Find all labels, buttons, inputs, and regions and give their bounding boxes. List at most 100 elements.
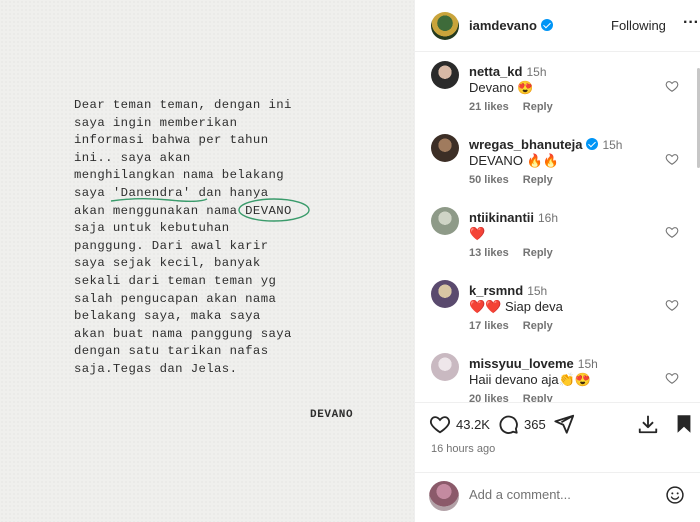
commenter-avatar[interactable] [431, 61, 459, 89]
comment-item: ntiikinantii 16h ❤️ 13 likes Reply [415, 199, 700, 272]
danendra-underline: 'Danendra' [110, 185, 208, 203]
author-username[interactable]: iamdevano [469, 18, 553, 33]
commenter-username[interactable]: k_rsmnd [469, 283, 523, 298]
heart-icon[interactable] [665, 152, 679, 166]
letter-line: belakang saya, maka saya [74, 309, 261, 324]
download-action[interactable] [637, 413, 664, 435]
letter-line: ini.. saya akan [74, 150, 191, 165]
comment-likes[interactable]: 20 likes [469, 393, 509, 402]
letter-signature: DEVANO [310, 409, 354, 421]
post-actions: 43.2K 365 16 hours ago [415, 402, 700, 472]
more-options-icon[interactable]: ··· [683, 14, 699, 32]
comment-header: missyuu_loveme 15h [469, 356, 598, 371]
comment-text: DEVANO 🔥🔥 [469, 153, 559, 168]
comments-list[interactable]: netta_kd 15h Devano 😍 21 likes Reply wrega… [415, 53, 700, 402]
comments-count[interactable]: 365 [524, 417, 546, 432]
post-timestamp[interactable]: 16 hours ago [431, 443, 495, 455]
current-user-avatar [429, 481, 459, 511]
comment-item: k_rsmnd 15h ❤️❤️ Siap deva 17 likes Reply [415, 272, 700, 345]
commenter-username[interactable]: ntiikinantii [469, 210, 534, 225]
commenter-avatar[interactable] [431, 134, 459, 162]
comment-likes[interactable]: 17 likes [469, 320, 509, 332]
reply-button[interactable]: Reply [523, 101, 553, 113]
letter-line: saya ingin memberikan [74, 115, 238, 130]
commenter-username[interactable]: netta_kd [469, 64, 522, 79]
comment-header: ntiikinantii 16h [469, 210, 558, 225]
post-sidebar: iamdevano Following ··· netta_kd 15h Deva… [414, 0, 700, 522]
comment-time: 16h [538, 211, 559, 225]
heart-icon[interactable] [665, 298, 679, 312]
bookmark-icon[interactable] [673, 413, 695, 435]
letter-text: Dear teman teman, dengan ini saya ingin … [74, 97, 374, 379]
comment-likes[interactable]: 21 likes [469, 101, 509, 113]
reply-button[interactable]: Reply [523, 320, 553, 332]
comment-text: ❤️ [469, 226, 486, 241]
comment-item: missyuu_loveme 15h Haii devano aja👏😍 20 l… [415, 345, 700, 402]
comment-time: 15h [577, 357, 598, 371]
comment-time: 15h [526, 65, 547, 79]
letter-line: saja untuk kebutuhan [74, 221, 230, 236]
letter-line: informasi bahwa per tahun [74, 133, 269, 148]
heart-icon[interactable] [665, 79, 679, 93]
devano-circle: DEVANO [238, 197, 310, 222]
commenter-avatar[interactable] [431, 280, 459, 308]
letter-line: saja.Tegas dan Jelas. [74, 361, 238, 376]
like-action[interactable]: 43.2K [429, 413, 490, 435]
save-action[interactable] [673, 413, 700, 435]
share-icon[interactable] [553, 413, 575, 435]
underline-stroke [110, 198, 208, 202]
comment-time: 15h [602, 138, 623, 152]
letter-line: akan buat nama panggung saya [74, 326, 292, 341]
author-username-text[interactable]: iamdevano [469, 18, 537, 33]
comment-text: ❤️❤️ Siap deva [469, 299, 563, 314]
post-image[interactable]: Dear teman teman, dengan ini saya ingin … [0, 0, 414, 522]
comment-meta: 20 likes Reply [469, 393, 567, 402]
reply-button[interactable]: Reply [523, 393, 553, 402]
comment-meta: 17 likes Reply [469, 320, 567, 332]
comment-meta: 21 likes Reply [469, 101, 567, 113]
reply-button[interactable]: Reply [523, 247, 553, 259]
letter-fragment: saya [74, 185, 113, 200]
comment-time: 15h [527, 284, 548, 298]
letter-line-marked: saya 'Danendra' dan hanya [74, 185, 374, 203]
comment-likes[interactable]: 13 likes [469, 247, 509, 259]
verified-badge-icon [540, 19, 553, 31]
circle-stroke [238, 197, 310, 222]
comment-input[interactable] [469, 487, 649, 502]
letter-line: sekali dari teman teman yg [74, 273, 277, 288]
letter-line: dengan satu tarikan nafas [74, 344, 269, 359]
comment-action[interactable]: 365 [497, 413, 546, 435]
heart-icon[interactable] [665, 371, 679, 385]
post-header: iamdevano Following ··· [415, 0, 700, 52]
comment-meta: 13 likes Reply [469, 247, 567, 259]
comment-header: wregas_bhanuteja 15h [469, 137, 622, 152]
share-action[interactable] [553, 413, 580, 435]
verified-badge-icon [586, 138, 599, 150]
author-avatar[interactable] [431, 12, 459, 40]
emoji-icon[interactable] [665, 485, 685, 505]
letter-line: salah pengucapan akan nama [74, 291, 277, 306]
commenter-username[interactable]: missyuu_loveme [469, 356, 574, 371]
download-icon[interactable] [637, 413, 659, 435]
heart-icon[interactable] [665, 225, 679, 239]
comment-header: k_rsmnd 15h [469, 283, 547, 298]
commenter-avatar[interactable] [431, 353, 459, 381]
comment-meta: 50 likes Reply [469, 174, 567, 186]
heart-icon[interactable] [429, 413, 451, 435]
comment-likes[interactable]: 50 likes [469, 174, 509, 186]
comment-text: Devano 😍 [469, 80, 534, 95]
comment-text: Haii devano aja👏😍 [469, 372, 591, 387]
comment-header: netta_kd 15h [469, 64, 547, 79]
commenter-username[interactable]: wregas_bhanuteja [469, 137, 582, 152]
add-comment-bar [415, 472, 700, 522]
letter-line: Dear teman teman, dengan ini [74, 98, 292, 112]
likes-count[interactable]: 43.2K [456, 417, 490, 432]
comment-item: netta_kd 15h Devano 😍 21 likes Reply [415, 53, 700, 126]
reply-button[interactable]: Reply [523, 174, 553, 186]
letter-line: saya sejak kecil, banyak [74, 256, 261, 271]
letter-line: menghilangkan nama belakang [74, 168, 285, 183]
letter-line: panggung. Dari awal karir [74, 238, 269, 253]
comment-icon[interactable] [497, 413, 519, 435]
following-button[interactable]: Following [611, 18, 666, 33]
commenter-avatar[interactable] [431, 207, 459, 235]
